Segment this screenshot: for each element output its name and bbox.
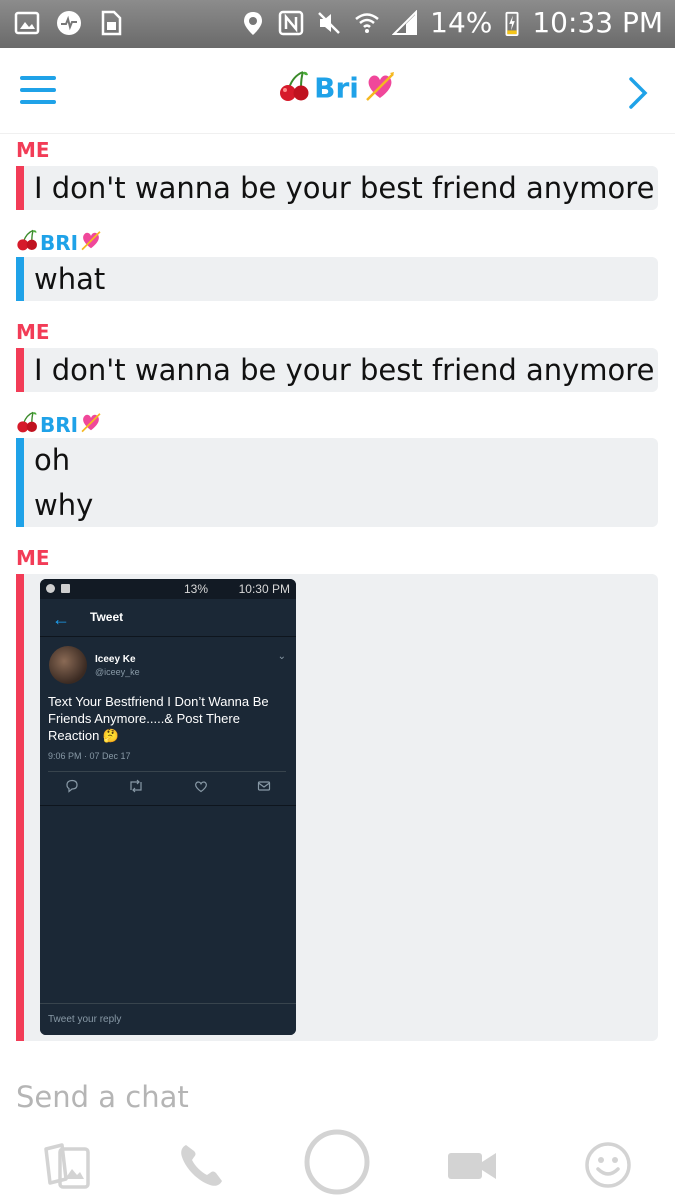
- sender-label-me: ME: [16, 320, 50, 344]
- message-text: I don't wanna be your best friend anymor…: [34, 353, 655, 387]
- mute-icon: [316, 10, 342, 36]
- message-bubble[interactable]: I don't wanna be your best friend anymor…: [16, 166, 658, 210]
- phone-icon[interactable]: [172, 1135, 232, 1195]
- sender-label-bri: BRI: [16, 229, 102, 256]
- message-icon: [257, 779, 271, 796]
- tweet-status-battery: 13%: [183, 582, 208, 596]
- cherries-emoji: [279, 70, 309, 106]
- file-icon: [98, 10, 124, 36]
- chat-title-text: Bri: [314, 71, 359, 105]
- divider: [48, 771, 286, 772]
- video-icon[interactable]: [442, 1135, 502, 1195]
- sender-name: BRI: [40, 230, 79, 255]
- chat-title[interactable]: Bri: [0, 70, 675, 106]
- location-icon: [240, 10, 266, 36]
- avatar: [49, 646, 87, 684]
- clock: 10:33 PM: [532, 6, 663, 39]
- wifi-icon: [354, 10, 380, 36]
- heart-with-arrow-emoji: [80, 229, 102, 256]
- like-icon: [194, 779, 208, 796]
- divider: [40, 805, 296, 806]
- sender-name: BRI: [40, 412, 79, 437]
- message-text: what: [34, 262, 106, 296]
- message-bubble[interactable]: I don't wanna be your best friend anymor…: [16, 348, 658, 392]
- nfc-icon: [278, 10, 304, 36]
- cherries-emoji: [16, 411, 38, 438]
- tweet-reply-box: Tweet your reply: [40, 1003, 296, 1035]
- tweet-top-bar: ← Tweet: [40, 599, 296, 637]
- battery-charging-icon: [504, 10, 520, 36]
- emoji-icon[interactable]: [578, 1135, 638, 1195]
- message-bubble[interactable]: what: [16, 257, 658, 301]
- tweet-screen-title: Tweet: [90, 610, 124, 624]
- tweet-reply-placeholder: Tweet your reply: [48, 1014, 122, 1025]
- tweet-text: Text Your Bestfriend I Don’t Wanna Be Fr…: [48, 694, 269, 743]
- reply-icon: [65, 779, 79, 796]
- sender-label-me: ME: [16, 546, 50, 570]
- tweet-author-name: Iceey Ke: [95, 654, 136, 665]
- chevron-down-icon: ⌄: [277, 651, 286, 662]
- tweet-timestamp: 9:06 PM · 07 Dec 17: [48, 751, 131, 761]
- heart-with-arrow-emoji: [364, 70, 396, 106]
- activity-icon: [56, 10, 82, 36]
- tweet-screenshot-image[interactable]: 13% 10:30 PM ← Tweet Iceey Ke @iceey_ke …: [40, 579, 296, 1035]
- bottom-toolbar: [0, 1125, 675, 1200]
- message-text: I don't wanna be your best friend anymor…: [34, 171, 655, 205]
- status-bar: 14% 10:33 PM: [0, 0, 675, 48]
- chevron-right-icon[interactable]: [627, 76, 649, 110]
- message-bubble[interactable]: oh why: [16, 438, 658, 527]
- sender-label-me: ME: [16, 138, 50, 162]
- chat-input[interactable]: Send a chat: [16, 1080, 189, 1114]
- memories-icon[interactable]: [36, 1135, 96, 1195]
- capture-button[interactable]: [302, 1127, 372, 1197]
- back-arrow-icon: ←: [52, 609, 70, 629]
- tweet-status-bar: 13% 10:30 PM: [40, 579, 296, 599]
- gallery-icon: [14, 10, 40, 36]
- tweet-status-time: 10:30 PM: [238, 582, 290, 596]
- cherries-emoji: [16, 229, 38, 256]
- chat-header: Bri: [0, 48, 675, 134]
- tweet-actions: [40, 779, 296, 796]
- retweet-icon: [128, 779, 144, 796]
- tweet-author-handle: @iceey_ke: [95, 667, 140, 677]
- heart-with-arrow-emoji: [80, 411, 102, 438]
- message-text: why: [34, 488, 94, 522]
- signal-icon: [391, 9, 418, 36]
- battery-percent: 14%: [430, 6, 493, 39]
- sender-label-bri: BRI: [16, 411, 102, 438]
- message-text: oh: [34, 443, 71, 477]
